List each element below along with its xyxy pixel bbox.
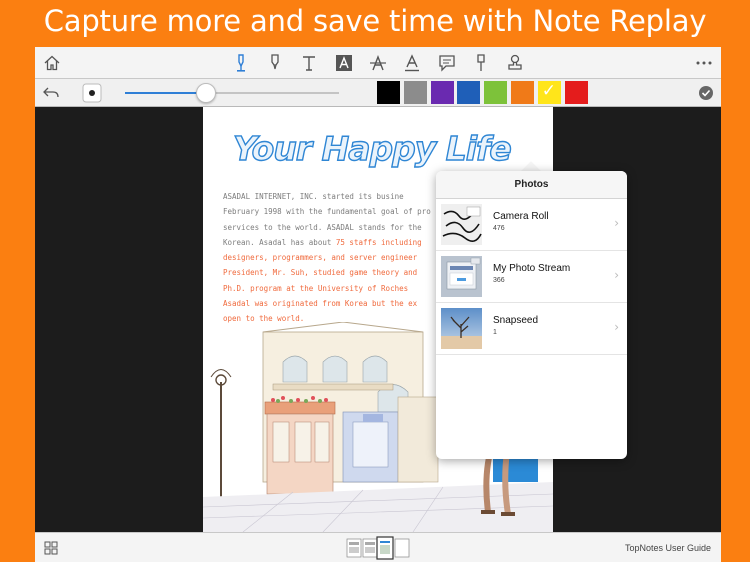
main-toolbar — [35, 47, 721, 79]
album-row-camera-roll[interactable]: Camera Roll 476 › — [436, 199, 627, 251]
text-icon[interactable] — [299, 53, 319, 73]
album-count: 366 — [493, 277, 505, 284]
photos-popover: Photos Camera Roll 476 › My Photo Stream… — [436, 171, 627, 459]
text-line-highlight: designers, programmers, and server engin… — [223, 253, 418, 263]
headline: Capture more and save time with Note Rep… — [43, 4, 707, 38]
pen-options-bar — [35, 79, 721, 107]
page-thumbnails[interactable] — [346, 536, 412, 560]
more-icon[interactable] — [694, 53, 714, 73]
dot-size-icon[interactable] — [82, 83, 102, 103]
text-line-highlight: President, Mr. Suh, studied game theory … — [223, 268, 418, 278]
album-row-snapseed[interactable]: Snapseed 1 › — [436, 303, 627, 355]
chevron-right-icon: › — [614, 216, 619, 230]
marker-icon[interactable] — [265, 53, 285, 73]
pin-icon[interactable] — [471, 53, 491, 73]
text-line-normal: services to the world. ASADAL stands for… — [223, 222, 422, 232]
album-name: Snapseed — [493, 315, 539, 326]
text-line-normal: February 1998 with the fundamental goal … — [223, 207, 431, 217]
color-swatch[interactable] — [511, 81, 534, 104]
album-row-my-photo-stream[interactable]: My Photo Stream 366 › — [436, 251, 627, 303]
document-name-label: TopNotes User Guide — [624, 543, 711, 553]
popover-title: Photos — [436, 171, 627, 199]
grid-view-icon[interactable] — [41, 538, 61, 558]
album-name: Camera Roll — [493, 211, 549, 222]
color-swatch[interactable] — [377, 81, 400, 104]
color-swatch[interactable] — [430, 81, 454, 104]
color-swatch[interactable] — [484, 81, 508, 104]
page-title: Your Happy Life — [232, 128, 512, 168]
album-thumbnail — [441, 204, 482, 245]
color-swatch[interactable] — [564, 81, 588, 104]
color-swatch[interactable] — [537, 81, 561, 104]
album-thumbnail — [441, 256, 482, 297]
pen-icon[interactable] — [231, 53, 251, 73]
text-line-highlight: Ph.D. program at the University of Roche… — [223, 283, 409, 293]
slider-thumb[interactable] — [196, 83, 217, 103]
color-swatch[interactable] — [457, 81, 481, 104]
stamp-icon[interactable] — [505, 53, 525, 73]
album-name: My Photo Stream — [493, 263, 571, 274]
text-line-highlight: Asadal was originated from Korea but the… — [223, 299, 418, 309]
text-line-normal: Korean. Asadal has about — [223, 237, 336, 247]
slider-fill — [125, 92, 207, 94]
text-line-normal: ASADAL INTERNET, INC. started its busine — [223, 192, 404, 201]
color-swatch[interactable] — [403, 81, 427, 104]
chevron-right-icon: › — [614, 268, 619, 282]
undo-icon[interactable] — [41, 83, 61, 103]
comment-icon[interactable] — [437, 53, 457, 73]
strikethrough-icon[interactable] — [368, 53, 388, 73]
chevron-right-icon: › — [614, 320, 619, 334]
album-thumbnail — [441, 308, 482, 349]
text-line-highlight: 75 staffs including — [335, 237, 422, 247]
done-icon[interactable] — [696, 83, 716, 103]
bottom-bar: TopNotes User Guide — [35, 532, 721, 562]
underline-icon[interactable] — [402, 53, 422, 73]
stroke-width-slider[interactable] — [125, 83, 339, 103]
home-icon[interactable] — [42, 53, 62, 73]
text-box-icon[interactable] — [334, 53, 354, 73]
album-count: 1 — [493, 329, 497, 336]
album-count: 476 — [493, 225, 505, 232]
